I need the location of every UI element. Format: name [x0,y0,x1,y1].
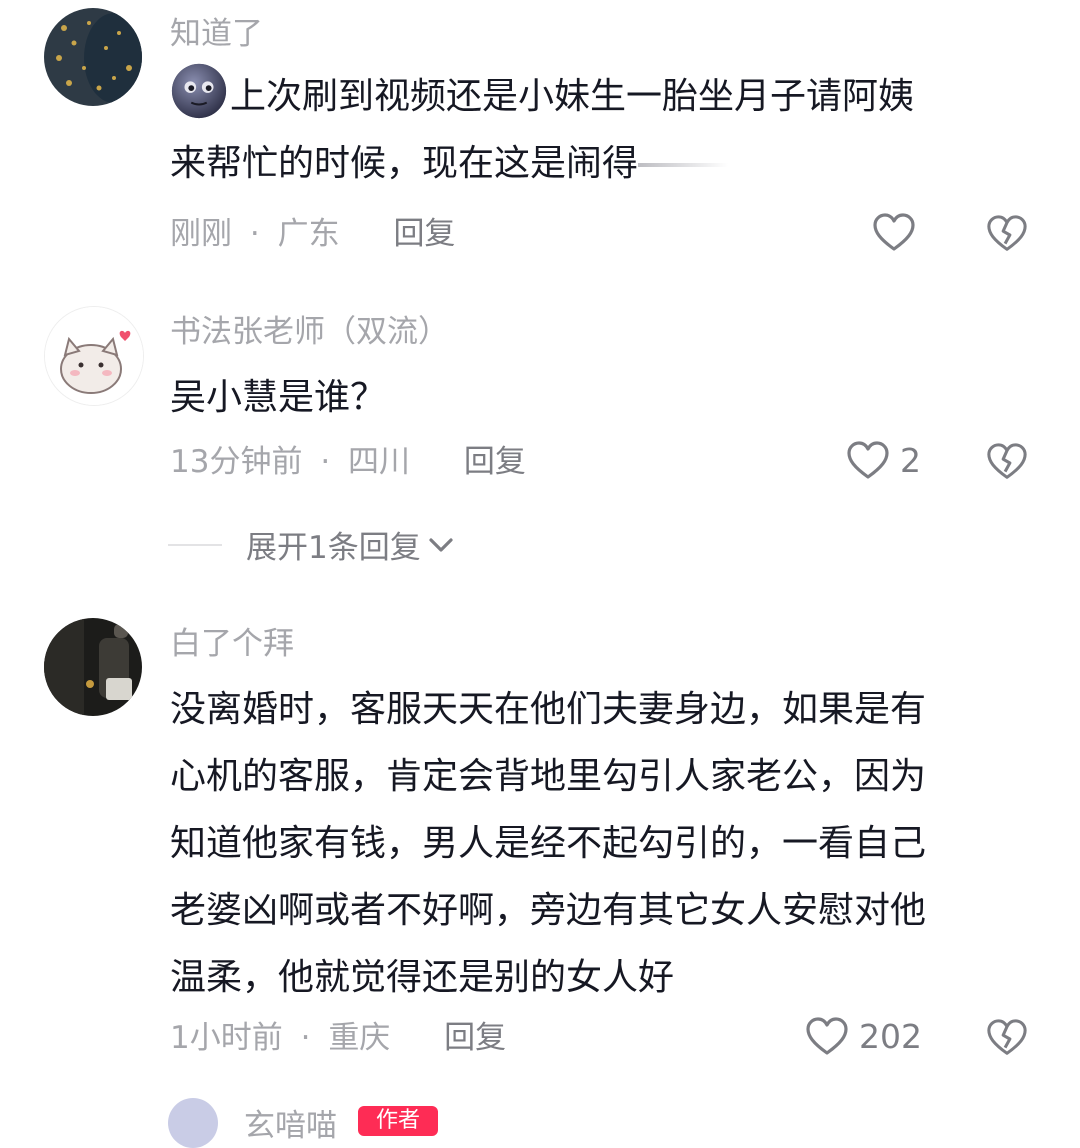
comment-text-line: 知道他家有钱，男人是经不起勾引的，一看自己 [170,823,927,864]
dislike-button[interactable] [986,442,1028,482]
heart-icon [873,213,915,251]
username[interactable]: 知道了 [170,14,263,54]
meta-separator: · [320,444,331,480]
broken-heart-icon [987,443,1027,479]
dislike-button[interactable] [986,1018,1028,1058]
chevron-down-icon [429,537,453,552]
avatar[interactable] [44,618,142,716]
moon-face-icon [171,63,227,119]
reply-button[interactable]: 回复 [393,216,455,252]
username[interactable]: 玄喑喵 [244,1100,337,1145]
divider [168,543,222,546]
comment-text-line: 心机的客服，肯定会背地里勾引人家老公，因为 [170,756,927,797]
comment-meta: 13分钟前 · 四川 回复 [170,442,526,482]
reply-button[interactable]: 回复 [464,444,526,480]
avatar[interactable] [168,1098,218,1148]
like-count: 2 [900,440,921,480]
meta-separator: · [249,216,260,252]
comment-location: 重庆 [328,1020,391,1056]
comment-text-line: 老婆凶啊或者不好啊，旁边有其它女人安慰对他 [170,890,927,931]
broken-heart-icon [987,215,1027,251]
expand-replies-label: 展开1条回复 [246,530,421,566]
like-count: 202 [859,1016,922,1056]
heart-icon [847,441,889,479]
expand-replies-button[interactable]: 展开1条回复 [168,522,455,567]
heart-icon [806,1017,848,1055]
like-button[interactable]: 202 [805,1016,922,1056]
comment-text-faded [638,163,729,167]
comment-time: 1小时前 [170,1020,283,1056]
comment-meta: 1小时前 · 重庆 回复 [170,1018,506,1058]
broken-heart-icon [987,1019,1027,1055]
avatar-image [44,8,142,106]
username[interactable]: 白了个拜 [170,624,294,664]
comment-text: 没离婚时，客服天天在他们夫妻身边，如果是有 心机的客服，肯定会背地里勾引人家老公… [170,676,1040,1011]
avatar[interactable] [44,306,144,406]
comment-location: 四川 [348,444,411,480]
comment-time: 刚刚 [170,216,232,252]
avatar-image [44,618,142,716]
like-button[interactable]: 2 [846,440,921,480]
avatar[interactable] [44,8,142,106]
comment-text-line: 没离婚时，客服天天在他们夫妻身边，如果是有 [170,689,927,730]
comment-text-line: 上次刷到视频还是小妹生一胎坐月子请阿姨 [230,76,915,117]
comment-time: 13分钟前 [170,444,303,480]
comment-text: 上次刷到视频还是小妹生一胎坐月子请阿姨 来帮忙的时候，现在这是闹得 [170,62,1040,197]
reply-button[interactable]: 回复 [444,1020,506,1056]
comment-meta: 刚刚 · 广东 回复 [170,214,455,254]
like-button[interactable] [872,212,916,252]
dislike-button[interactable] [986,214,1028,254]
avatar-image [45,307,143,405]
comment-text-line: 温柔，他就觉得还是别的女人好 [170,957,675,998]
meta-separator: · [300,1020,311,1056]
author-badge: 作者 [358,1106,438,1136]
comment-text: 吴小慧是谁？ [170,377,387,418]
comment-text-line: 来帮忙的时候，现在这是闹得 [170,143,639,184]
username[interactable]: 书法张老师（双流） [170,312,449,352]
comment-location: 广东 [277,216,340,252]
